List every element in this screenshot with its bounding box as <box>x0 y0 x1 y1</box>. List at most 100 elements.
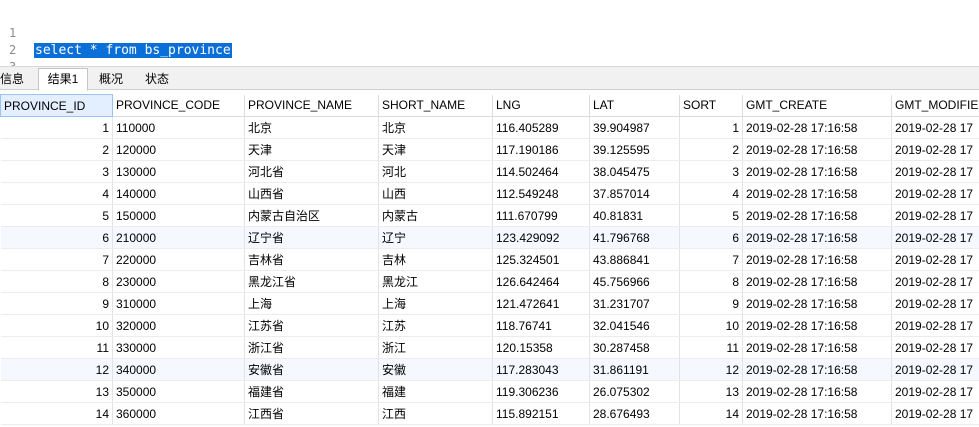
cell-province-id[interactable]: 5 <box>0 204 113 227</box>
cell-short-name[interactable]: 北京 <box>378 116 493 139</box>
cell-province-id[interactable]: 8 <box>0 270 113 293</box>
table-row[interactable]: 9 310000 上海 上海 121.472641 31.231707 9 2019-02-2… <box>0 292 979 315</box>
cell-gmt-create[interactable]: 2019-02-28 17:16:58 <box>742 226 892 249</box>
cell-gmt-create[interactable]: 2019-02-28 17:16:58 <box>742 292 892 315</box>
code-line-2[interactable]: 2 <box>0 25 979 57</box>
cell-gmt-create[interactable]: 2019-02-28 17:16:58 <box>742 138 892 161</box>
cell-lat[interactable]: 28.676493 <box>589 402 680 425</box>
cell-gmt-modified[interactable]: 2019-02-28 17 <box>891 336 979 359</box>
cell-province-code[interactable]: 110000 <box>112 116 245 139</box>
cell-sort[interactable]: 4 <box>679 182 743 205</box>
cell-gmt-modified[interactable]: 2019-02-28 17 <box>891 116 979 139</box>
cell-sort[interactable]: 13 <box>679 380 743 403</box>
cell-short-name[interactable]: 江苏 <box>378 314 493 337</box>
cell-province-code[interactable]: 230000 <box>112 270 245 293</box>
cell-lng[interactable]: 126.642464 <box>492 270 590 293</box>
cell-lng[interactable]: 118.76741 <box>492 314 590 337</box>
code-line-3[interactable]: 3 select 34 + 390 + 3678 + 42360 <box>0 42 979 92</box>
cell-lng[interactable]: 120.15358 <box>492 336 590 359</box>
cell-lng[interactable]: 114.502464 <box>492 160 590 183</box>
table-row[interactable]: 11 330000 浙江省 浙江 120.15358 30.287458 11 2019-02… <box>0 336 979 359</box>
table-row[interactable]: 8 230000 黑龙江省 黑龙江 126.642464 45.756966 8 2019-0… <box>0 270 979 293</box>
cell-gmt-modified[interactable]: 2019-02-28 17 <box>891 358 979 381</box>
cell-sort[interactable]: 1 <box>679 116 743 139</box>
cell-gmt-modified[interactable]: 2019-02-28 17 <box>891 314 979 337</box>
cell-sort[interactable]: 8 <box>679 270 743 293</box>
cell-province-name[interactable]: 山西省 <box>244 182 379 205</box>
cell-sort[interactable]: 14 <box>679 402 743 425</box>
cell-gmt-create[interactable]: 2019-02-28 17:16:58 <box>742 336 892 359</box>
cell-province-id[interactable]: 1 <box>0 116 113 139</box>
cell-gmt-create[interactable]: 2019-02-28 17:16:58 <box>742 248 892 271</box>
tab-status[interactable]: 状态 <box>137 69 177 90</box>
cell-gmt-modified[interactable]: 2019-02-28 17 <box>891 292 979 315</box>
cell-gmt-modified[interactable]: 2019-02-28 17 <box>891 402 979 425</box>
cell-province-code[interactable]: 310000 <box>112 292 245 315</box>
cell-province-code[interactable]: 330000 <box>112 336 245 359</box>
cell-province-id[interactable]: 4 <box>0 182 113 205</box>
cell-gmt-create[interactable]: 2019-02-28 17:16:58 <box>742 204 892 227</box>
table-row[interactable]: 1 110000 北京 北京 116.405289 39.904987 1 2019-02-2… <box>0 116 979 139</box>
cell-province-id[interactable]: 13 <box>0 380 113 403</box>
cell-lat[interactable]: 32.041546 <box>589 314 680 337</box>
cell-lng[interactable]: 117.283043 <box>492 358 590 381</box>
column-header-lng[interactable]: LNG <box>492 94 590 117</box>
cell-gmt-modified[interactable]: 2019-02-28 17 <box>891 226 979 249</box>
cell-gmt-create[interactable]: 2019-02-28 17:16:58 <box>742 182 892 205</box>
cell-province-id[interactable]: 2 <box>0 138 113 161</box>
cell-lng[interactable]: 115.892151 <box>492 402 590 425</box>
cell-province-name[interactable]: 安徽省 <box>244 358 379 381</box>
cell-lng[interactable]: 112.549248 <box>492 182 590 205</box>
cell-lng[interactable]: 125.324501 <box>492 248 590 271</box>
cell-gmt-create[interactable]: 2019-02-28 17:16:58 <box>742 380 892 403</box>
cell-province-name[interactable]: 辽宁省 <box>244 226 379 249</box>
cell-province-id[interactable]: 10 <box>0 314 113 337</box>
cell-province-name[interactable]: 浙江省 <box>244 336 379 359</box>
cell-lng[interactable]: 111.670799 <box>492 204 590 227</box>
table-row[interactable]: 6 210000 辽宁省 辽宁 123.429092 41.796768 6 2019-02-… <box>0 226 979 249</box>
column-header-gmt-create[interactable]: GMT_CREATE <box>742 94 892 117</box>
cell-short-name[interactable]: 江西 <box>378 402 493 425</box>
table-row[interactable]: 5 150000 内蒙古自治区 内蒙古 111.670799 40.81831 5 2019-… <box>0 204 979 227</box>
cell-province-code[interactable]: 150000 <box>112 204 245 227</box>
table-row[interactable]: 12 340000 安徽省 安徽 117.283043 31.861191 12 2019-0… <box>0 358 979 381</box>
tab-result-1[interactable]: 结果1 <box>38 68 88 91</box>
cell-sort[interactable]: 9 <box>679 292 743 315</box>
cell-lng[interactable]: 123.429092 <box>492 226 590 249</box>
cell-lat[interactable]: 30.287458 <box>589 336 680 359</box>
cell-province-code[interactable]: 140000 <box>112 182 245 205</box>
column-header-sort[interactable]: SORT <box>679 94 743 117</box>
tab-profile[interactable]: 概况 <box>91 69 131 90</box>
cell-lat[interactable]: 39.904987 <box>589 116 680 139</box>
cell-gmt-create[interactable]: 2019-02-28 17:16:58 <box>742 358 892 381</box>
cell-lat[interactable]: 26.075302 <box>589 380 680 403</box>
cell-short-name[interactable]: 浙江 <box>378 336 493 359</box>
cell-short-name[interactable]: 上海 <box>378 292 493 315</box>
cell-province-code[interactable]: 120000 <box>112 138 245 161</box>
cell-lat[interactable]: 43.886841 <box>589 248 680 271</box>
cell-gmt-modified[interactable]: 2019-02-28 17 <box>891 204 979 227</box>
cell-gmt-create[interactable]: 2019-02-28 17:16:58 <box>742 402 892 425</box>
table-row[interactable]: 14 360000 江西省 江西 115.892151 28.676493 14 2019-0… <box>0 402 979 425</box>
cell-sort[interactable]: 12 <box>679 358 743 381</box>
table-row[interactable]: 3 130000 河北省 河北 114.502464 38.045475 3 2019-02-… <box>0 160 979 183</box>
cell-short-name[interactable]: 山西 <box>378 182 493 205</box>
cell-lat[interactable]: 41.796768 <box>589 226 680 249</box>
cell-lat[interactable]: 39.125595 <box>589 138 680 161</box>
cell-gmt-modified[interactable]: 2019-02-28 17 <box>891 380 979 403</box>
cell-gmt-modified[interactable]: 2019-02-28 17 <box>891 160 979 183</box>
code-line-1[interactable]: 1 select * from bs_province <box>0 8 979 58</box>
cell-lng[interactable]: 117.190186 <box>492 138 590 161</box>
column-header-gmt-modified[interactable]: GMT_MODIFIED <box>891 94 979 117</box>
cell-gmt-modified[interactable]: 2019-02-28 17 <box>891 182 979 205</box>
cell-province-id[interactable]: 9 <box>0 292 113 315</box>
cell-lng[interactable]: 119.306236 <box>492 380 590 403</box>
cell-province-code[interactable]: 340000 <box>112 358 245 381</box>
cell-short-name[interactable]: 河北 <box>378 160 493 183</box>
cell-short-name[interactable]: 内蒙古 <box>378 204 493 227</box>
cell-gmt-modified[interactable]: 2019-02-28 17 <box>891 138 979 161</box>
cell-province-name[interactable]: 江苏省 <box>244 314 379 337</box>
cell-lat[interactable]: 40.81831 <box>589 204 680 227</box>
cell-sort[interactable]: 6 <box>679 226 743 249</box>
cell-short-name[interactable]: 天津 <box>378 138 493 161</box>
